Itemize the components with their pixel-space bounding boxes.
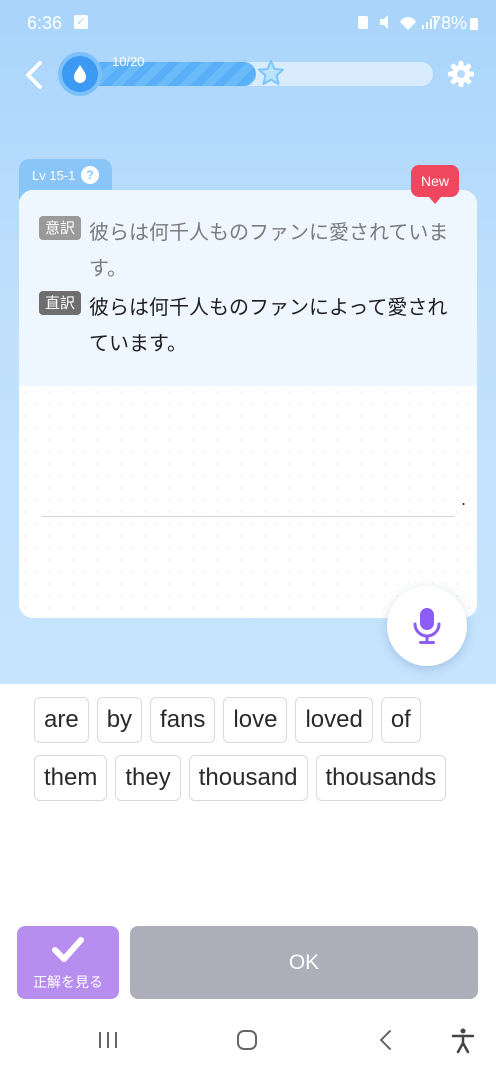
answer-area[interactable] <box>19 386 477 618</box>
word-chip[interactable]: them <box>34 755 108 801</box>
accessibility-icon <box>451 1028 475 1054</box>
progress-fill <box>78 62 256 86</box>
answer-period: . <box>461 490 467 509</box>
notification-icon: ✓ <box>74 15 88 29</box>
home-icon <box>237 1030 257 1050</box>
status-icons <box>356 13 436 35</box>
accessibility-button[interactable] <box>451 1028 475 1058</box>
question-card: 意訳 彼らは何千人ものファンに愛されています。 直訳 彼らは何千人ものファンによ… <box>19 190 477 618</box>
recent-apps-icon <box>99 1032 117 1048</box>
battery-status: 78% <box>431 13 478 34</box>
literal-translation-tag: 直訳 <box>39 291 81 315</box>
star-icon <box>257 59 285 91</box>
battery-icon <box>470 18 478 30</box>
chevron-left-icon <box>26 61 42 89</box>
answer-line <box>42 516 454 517</box>
back-button[interactable] <box>20 58 48 92</box>
status-bar: 6:36 ✓ 78% <box>0 0 496 46</box>
water-drop-icon <box>58 52 102 96</box>
word-chip[interactable]: fans <box>150 697 216 743</box>
translation-panel: 意訳 彼らは何千人ものファンに愛されています。 直訳 彼らは何千人ものファンによ… <box>19 190 477 386</box>
word-bank: are by fans love loved of them they thousand thou… <box>34 697 464 801</box>
signal-icons <box>358 15 436 30</box>
new-badge: New <box>411 165 460 204</box>
check-icon <box>52 937 84 962</box>
show-answer-label: 正解を見る <box>33 975 103 991</box>
free-translation-text: 彼らは何千人ものファンに愛されています。 <box>89 220 449 280</box>
home-button[interactable] <box>235 1028 259 1056</box>
free-translation-tag: 意訳 <box>39 216 81 240</box>
navigation-bar <box>0 1010 496 1074</box>
word-chip[interactable]: love <box>223 697 288 743</box>
word-chip[interactable]: thousand <box>188 755 308 801</box>
word-chip[interactable]: are <box>34 697 89 743</box>
word-chip[interactable]: they <box>115 755 181 801</box>
microphone-icon <box>413 608 441 644</box>
help-icon[interactable]: ? <box>81 166 99 184</box>
microphone-button[interactable] <box>387 586 467 666</box>
word-chip[interactable]: by <box>96 697 143 743</box>
ok-button[interactable]: OK <box>130 926 478 999</box>
battery-percent: 78% <box>430 13 467 33</box>
nav-back-button[interactable] <box>374 1028 398 1056</box>
gear-icon <box>448 61 474 87</box>
level-label: Lv 15-1 <box>32 168 76 183</box>
recent-apps-button[interactable] <box>96 1028 120 1056</box>
word-chip[interactable]: thousands <box>315 755 447 801</box>
status-time: 6:36 <box>27 13 63 33</box>
word-chip[interactable]: loved <box>295 697 373 743</box>
back-icon <box>380 1030 391 1050</box>
settings-button[interactable] <box>446 59 476 89</box>
literal-translation-text: 彼らは何千人ものファンによって愛されています。 <box>89 295 448 355</box>
word-chip[interactable]: of <box>380 697 421 743</box>
progress-count: 10/20 <box>112 54 145 69</box>
show-answer-button[interactable]: 正解を見る <box>17 926 119 999</box>
